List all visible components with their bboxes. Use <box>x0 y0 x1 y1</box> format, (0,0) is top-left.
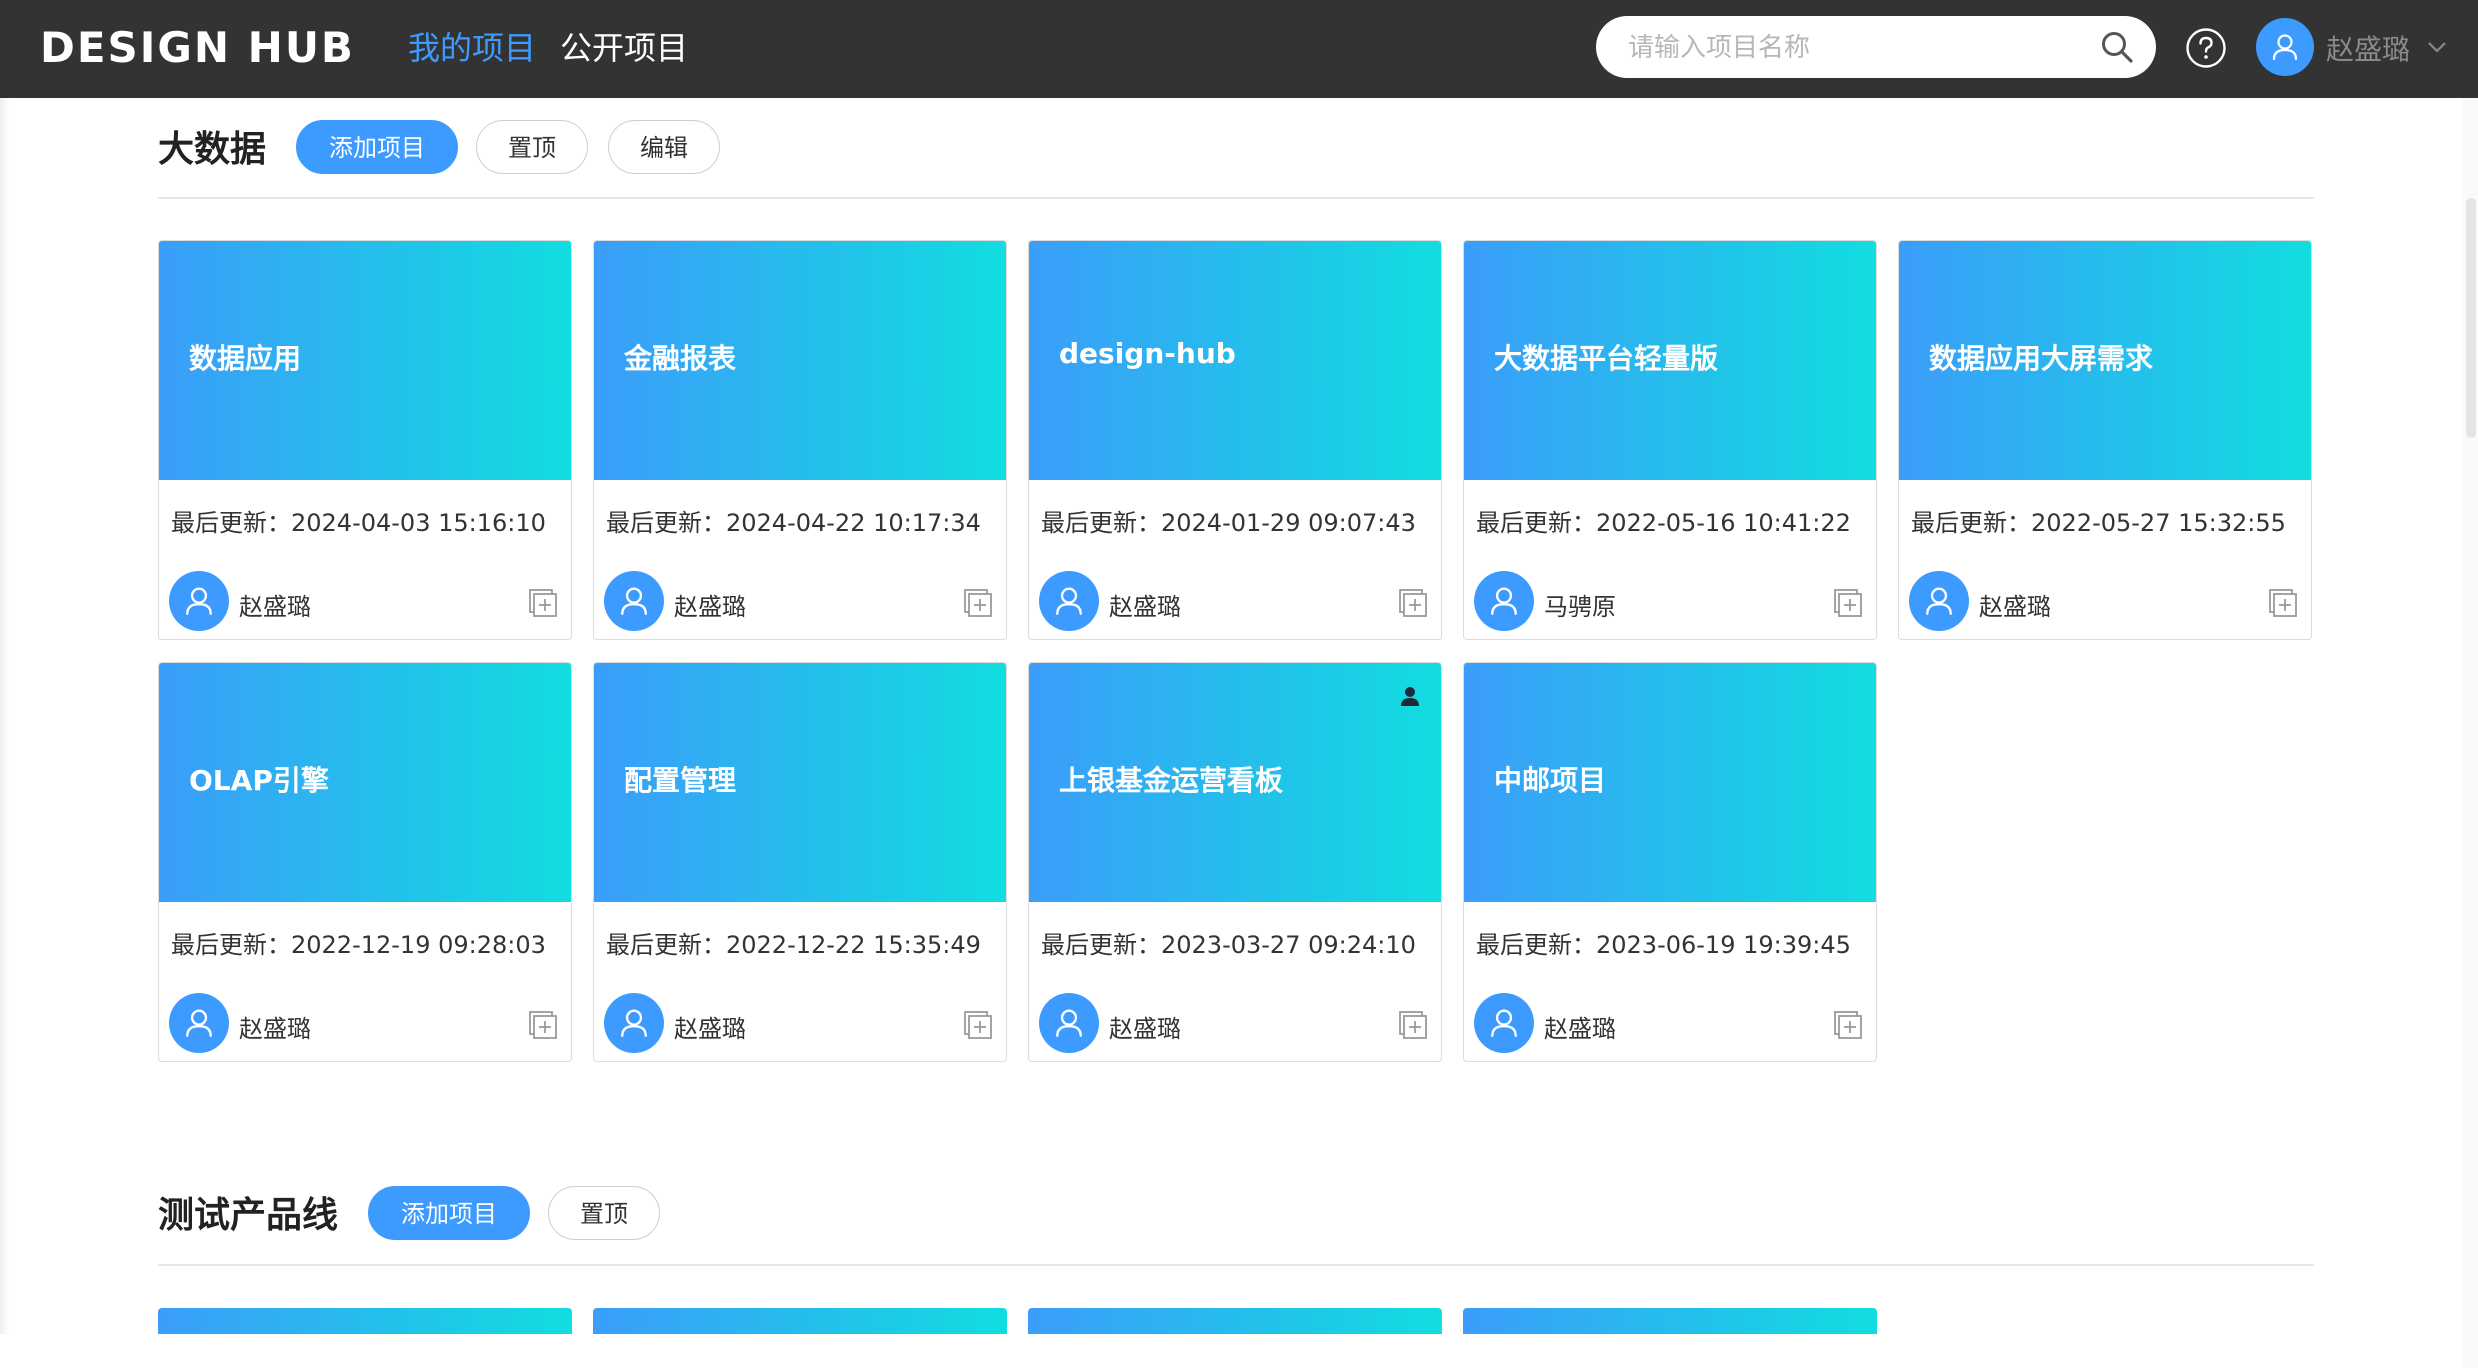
owner-name: 赵盛璐 <box>1109 1015 1181 1043</box>
avatar <box>1909 571 1969 631</box>
owner-name: 赵盛璐 <box>239 593 311 621</box>
avatar <box>2256 18 2314 76</box>
viewport-bottom <box>0 1334 2462 1368</box>
last-updated: 最后更新：2024-01-29 09:07:43 <box>1041 509 1416 537</box>
avatar <box>1039 993 1099 1053</box>
chevron-down-icon <box>2428 42 2446 53</box>
user-icon <box>621 587 647 615</box>
last-updated: 最后更新：2023-03-27 09:24:10 <box>1041 931 1416 959</box>
project-title: 数据应用 <box>189 342 302 375</box>
avatar <box>1474 571 1534 631</box>
project-card[interactable] <box>158 1308 572 1336</box>
owner-name: 赵盛璐 <box>239 1015 311 1043</box>
user-icon <box>1926 587 1952 615</box>
user-icon <box>186 587 212 615</box>
project-title: 上银基金运营看板 <box>1059 764 1284 797</box>
search-icon[interactable] <box>2100 30 2134 64</box>
project-card[interactable]: 中邮项目 最后更新：2023-06-19 19:39:45 赵盛璐 <box>1463 662 1877 1062</box>
copy-icon[interactable] <box>1397 1009 1429 1041</box>
last-updated: 最后更新：2022-05-16 10:41:22 <box>1476 509 1851 537</box>
add-project-button[interactable]: 添加项目 <box>296 120 458 174</box>
page-edge-shadow <box>0 98 10 1368</box>
section-header: 测试产品线 添加项目 置顶 <box>158 1186 958 1246</box>
last-updated: 最后更新：2022-12-19 09:28:03 <box>171 931 546 959</box>
project-card[interactable]: 数据应用 最后更新：2024-04-03 15:16:10 赵盛璐 <box>158 240 572 640</box>
copy-icon[interactable] <box>1397 587 1429 619</box>
search-box <box>1596 16 2156 78</box>
user-icon <box>1056 587 1082 615</box>
owner-name: 赵盛璐 <box>674 1015 746 1043</box>
owner-name: 赵盛璐 <box>1109 593 1181 621</box>
last-updated: 最后更新：2024-04-22 10:17:34 <box>606 509 981 537</box>
copy-icon[interactable] <box>527 1009 559 1041</box>
search-input[interactable] <box>1626 26 2070 70</box>
help-icon[interactable] <box>2185 27 2227 69</box>
last-updated: 最后更新：2022-05-27 15:32:55 <box>1911 509 2286 537</box>
user-icon <box>186 1009 212 1037</box>
copy-icon[interactable] <box>527 587 559 619</box>
user-icon <box>1056 1009 1082 1037</box>
scrollbar-thumb[interactable] <box>2466 198 2476 438</box>
avatar <box>169 571 229 631</box>
project-card[interactable]: design-hub 最后更新：2024-01-29 09:07:43 赵盛璐 <box>1028 240 1442 640</box>
project-card[interactable]: 大数据平台轻量版 最后更新：2022-05-16 10:41:22 马骋原 <box>1463 240 1877 640</box>
project-title: 中邮项目 <box>1494 764 1607 797</box>
scrollbar[interactable] <box>2462 98 2478 1368</box>
user-name: 赵盛璐 <box>2326 33 2411 66</box>
project-card[interactable]: 数据应用大屏需求 最后更新：2022-05-27 15:32:55 赵盛璐 <box>1898 240 2312 640</box>
project-card[interactable]: 上银基金运营看板 最后更新：2023-03-27 09:24:10 赵盛璐 <box>1028 662 1442 1062</box>
user-icon <box>1491 1009 1517 1037</box>
project-title: 金融报表 <box>624 342 737 375</box>
tab-public-projects[interactable]: 公开项目 <box>560 26 688 70</box>
section-title: 大数据 <box>158 129 267 170</box>
copy-icon[interactable] <box>1832 1009 1864 1041</box>
user-menu[interactable]: 赵盛璐 <box>2256 16 2456 78</box>
project-card[interactable] <box>593 1308 1007 1336</box>
project-title: design-hub <box>1059 337 1236 370</box>
section-header: 大数据 添加项目 置顶 编辑 <box>158 120 958 180</box>
last-updated: 最后更新：2024-04-03 15:16:10 <box>171 509 546 537</box>
owner-name: 赵盛璐 <box>1979 593 2051 621</box>
person-icon <box>1401 687 1419 706</box>
project-card[interactable]: 配置管理 最后更新：2022-12-22 15:35:49 赵盛璐 <box>593 662 1007 1062</box>
tab-my-projects[interactable]: 我的项目 <box>408 26 536 70</box>
user-icon <box>621 1009 647 1037</box>
project-card[interactable] <box>1463 1308 1877 1336</box>
section-divider <box>158 1264 2314 1266</box>
section-divider <box>158 197 2314 199</box>
project-card[interactable]: 金融报表 最后更新：2024-04-22 10:17:34 赵盛璐 <box>593 240 1007 640</box>
owner-name: 马骋原 <box>1544 593 1616 621</box>
last-updated: 最后更新：2023-06-19 19:39:45 <box>1476 931 1851 959</box>
edit-button[interactable]: 编辑 <box>608 120 720 174</box>
pin-button[interactable]: 置顶 <box>548 1186 660 1240</box>
last-updated: 最后更新：2022-12-22 15:35:49 <box>606 931 981 959</box>
user-icon <box>1491 587 1517 615</box>
avatar <box>1474 993 1534 1053</box>
project-card[interactable]: OLAP引擎 最后更新：2022-12-19 09:28:03 赵盛璐 <box>158 662 572 1062</box>
copy-icon[interactable] <box>962 1009 994 1041</box>
avatar <box>169 993 229 1053</box>
copy-icon[interactable] <box>962 587 994 619</box>
user-icon <box>2272 34 2298 61</box>
app-logo[interactable]: DESIGN HUB <box>40 20 355 76</box>
owner-name: 赵盛璐 <box>1544 1015 1616 1043</box>
project-title: 大数据平台轻量版 <box>1494 342 1719 375</box>
avatar <box>604 993 664 1053</box>
copy-icon[interactable] <box>2267 587 2299 619</box>
project-title: OLAP引擎 <box>189 764 329 797</box>
project-title: 配置管理 <box>624 764 737 797</box>
copy-icon[interactable] <box>1832 587 1864 619</box>
pin-button[interactable]: 置顶 <box>476 120 588 174</box>
project-title: 数据应用大屏需求 <box>1929 342 2154 375</box>
top-nav-bar: DESIGN HUB 我的项目 公开项目 赵盛璐 <box>0 0 2478 98</box>
section-title: 测试产品线 <box>158 1195 339 1236</box>
add-project-button[interactable]: 添加项目 <box>368 1186 530 1240</box>
owner-name: 赵盛璐 <box>674 593 746 621</box>
project-card[interactable] <box>1028 1308 1442 1336</box>
avatar <box>604 571 664 631</box>
avatar <box>1039 571 1099 631</box>
